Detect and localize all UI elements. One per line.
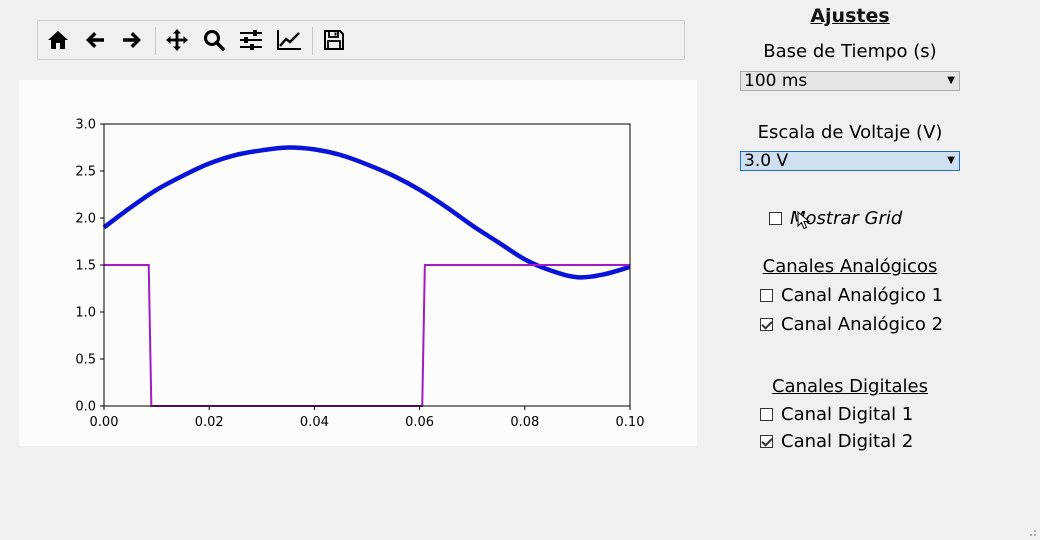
back-button[interactable] — [80, 26, 110, 54]
plot-canvas[interactable]: 0.00 0.02 0.04 0.06 0.08 0.10 0.0 0.5 1.0 1.5 2.0 2… — [19, 80, 697, 446]
y-tick-label: 2.5 — [75, 165, 96, 180]
analog-channels-title: Canales Analógicos — [762, 256, 938, 277]
show-grid-checkbox[interactable]: Mostrar Grid — [769, 207, 902, 229]
checkbox-icon — [760, 288, 773, 302]
toolbar-separator — [312, 27, 313, 55]
dropdown-arrow-icon: ▼ — [947, 75, 955, 86]
mouse-cursor-icon — [797, 211, 811, 230]
voltage-scale-select[interactable]: 3.0 V ▼ — [740, 151, 960, 171]
y-tick-label: 3.0 — [75, 118, 96, 133]
resize-grip-icon[interactable] — [1027, 527, 1037, 537]
y-tick-label: 1.0 — [75, 306, 96, 321]
digital-channel-1-label: Canal Digital 1 — [781, 403, 914, 425]
checkbox-checked-icon — [760, 317, 773, 331]
save-icon — [324, 30, 344, 50]
home-icon — [48, 31, 68, 49]
timebase-value: 100 ms — [744, 71, 808, 91]
digital-channels-title: Canales Digitales — [771, 376, 929, 397]
analog-channel-2-label: Canal Analógico 2 — [781, 313, 944, 335]
analog-channel-1-label: Canal Analógico 1 — [781, 284, 944, 306]
y-tick-label: 1.5 — [75, 259, 96, 274]
digital-channel-2-checkbox[interactable]: Canal Digital 2 — [760, 430, 913, 452]
configure-subplots-button[interactable] — [236, 26, 266, 54]
x-tick-label: 0.00 — [90, 415, 119, 430]
configure-subplots-icon — [240, 30, 262, 50]
home-button[interactable] — [43, 26, 73, 54]
settings-panel: Ajustes Base de Tiempo (s) 100 ms ▼ Esca… — [700, 0, 1000, 540]
x-tick-label: 0.04 — [300, 415, 329, 430]
forward-arrow-icon — [123, 32, 141, 48]
checkbox-icon — [760, 407, 773, 421]
timebase-select[interactable]: 100 ms ▼ — [740, 71, 960, 91]
x-tick-label: 0.10 — [616, 415, 645, 430]
analog-channel-2-checkbox[interactable]: Canal Analógico 2 — [760, 313, 943, 335]
back-arrow-icon — [86, 32, 104, 48]
pan-move-icon — [166, 29, 188, 51]
voltage-scale-value: 3.0 V — [744, 151, 789, 171]
voltage-scale-label: Escala de Voltaje (V) — [757, 122, 943, 143]
y-tick-label: 2.0 — [75, 212, 96, 227]
zoom-icon — [204, 30, 225, 51]
y-tick-label: 0.5 — [75, 353, 96, 368]
edit-axis-icon — [277, 30, 301, 50]
zoom-button[interactable] — [199, 26, 229, 54]
toolbar-separator — [155, 27, 156, 55]
digital-channel-1-checkbox[interactable]: Canal Digital 1 — [760, 403, 913, 425]
digital-channel-2-label: Canal Digital 2 — [781, 430, 914, 452]
plot-toolbar — [37, 20, 685, 60]
oscilloscope-chart: 0.00 0.02 0.04 0.06 0.08 0.10 0.0 0.5 1.0 1.5 2.0 2… — [75, 118, 645, 431]
timebase-label: Base de Tiempo (s) — [763, 41, 937, 62]
y-tick-label: 0.0 — [75, 400, 96, 415]
save-button[interactable] — [319, 26, 349, 54]
x-tick-label: 0.02 — [195, 415, 224, 430]
settings-title: Ajustes — [810, 5, 890, 27]
x-tick-label: 0.06 — [405, 415, 434, 430]
forward-button[interactable] — [117, 26, 147, 54]
checkbox-icon — [769, 211, 782, 225]
pan-button[interactable] — [162, 26, 192, 54]
dropdown-arrow-icon: ▼ — [947, 155, 955, 166]
analog-channel-1-checkbox[interactable]: Canal Analógico 1 — [760, 284, 943, 306]
x-tick-label: 0.08 — [510, 415, 539, 430]
edit-axis-button[interactable] — [274, 26, 304, 54]
checkbox-checked-icon — [760, 434, 773, 448]
